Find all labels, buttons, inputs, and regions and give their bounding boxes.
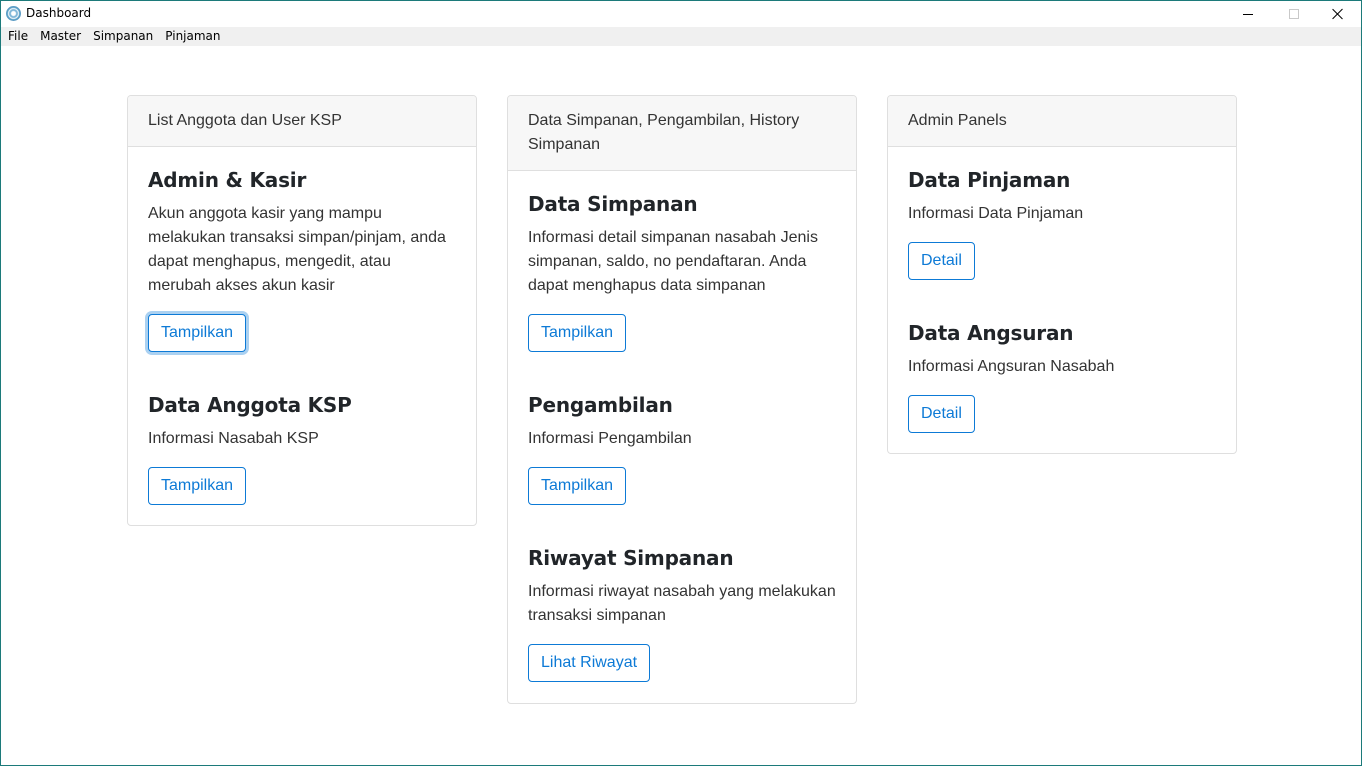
title-bar[interactable]: Dashboard [1,1,1361,27]
section-title-data-pinjaman: Data Pinjaman [908,168,1071,192]
detail-pinjaman-button[interactable]: Detail [908,242,975,280]
minimize-icon [1243,13,1253,15]
menu-bar: File Master Simpanan Pinjaman [1,27,1361,46]
section-text-admin-kasir: Akun anggota kasir yang mampu melakukan … [148,205,446,294]
section-text-riwayat-simpanan: Informasi riwayat nasabah yang melakukan… [528,583,836,624]
app-window: Dashboard File Master Simpanan Pinjaman … [0,0,1362,766]
section-text-data-simpanan: Informasi detail simpanan nasabah Jenis … [528,229,818,294]
menu-file[interactable]: File [2,27,34,46]
maximize-icon [1289,9,1299,19]
section-title-pengambilan: Pengambilan [528,393,673,417]
section-title-data-angsuran: Data Angsuran [908,321,1074,345]
detail-angsuran-button[interactable]: Detail [908,395,975,433]
section-text-data-pinjaman: Informasi Data Pinjaman [908,205,1084,222]
card-header: Admin Panels [888,96,1236,147]
window-title: Dashboard [26,6,92,20]
card-admin-panels: Admin Panels Data Pinjaman Informasi Dat… [887,95,1237,454]
menu-master[interactable]: Master [34,27,87,46]
section-text-pengambilan: Informasi Pengambilan [528,430,692,447]
app-icon [6,6,21,21]
lihat-riwayat-button[interactable]: Lihat Riwayat [528,644,651,682]
section-text-data-anggota: Informasi Nasabah KSP [148,430,319,447]
section-title-riwayat-simpanan: Riwayat Simpanan [528,546,734,570]
close-icon [1332,8,1344,20]
section-title-data-anggota: Data Anggota KSP [148,393,352,417]
section-title-admin-kasir: Admin & Kasir [148,168,307,192]
section-title-data-simpanan: Data Simpanan [528,192,698,216]
maximize-button[interactable] [1271,1,1317,27]
menu-simpanan[interactable]: Simpanan [87,27,159,46]
card-simpanan: Data Simpanan, Pengambilan, History Simp… [507,95,857,704]
minimize-button[interactable] [1225,1,1271,27]
card-header: List Anggota dan User KSP [128,96,476,147]
menu-pinjaman[interactable]: Pinjaman [159,27,226,46]
tampilkan-admin-kasir-button[interactable]: Tampilkan [148,314,247,352]
tampilkan-pengambilan-button[interactable]: Tampilkan [528,467,627,505]
card-body: Admin & Kasir Akun anggota kasir yang ma… [128,147,476,525]
card-anggota-user: List Anggota dan User KSP Admin & Kasir … [127,95,477,526]
card-header: Data Simpanan, Pengambilan, History Simp… [508,96,856,171]
card-body: Data Simpanan Informasi detail simpanan … [508,171,856,702]
section-text-data-angsuran: Informasi Angsuran Nasabah [908,358,1115,375]
tampilkan-data-simpanan-button[interactable]: Tampilkan [528,314,627,352]
card-body: Data Pinjaman Informasi Data Pinjaman De… [888,147,1236,453]
close-button[interactable] [1315,1,1361,27]
tampilkan-data-anggota-button[interactable]: Tampilkan [148,467,247,505]
